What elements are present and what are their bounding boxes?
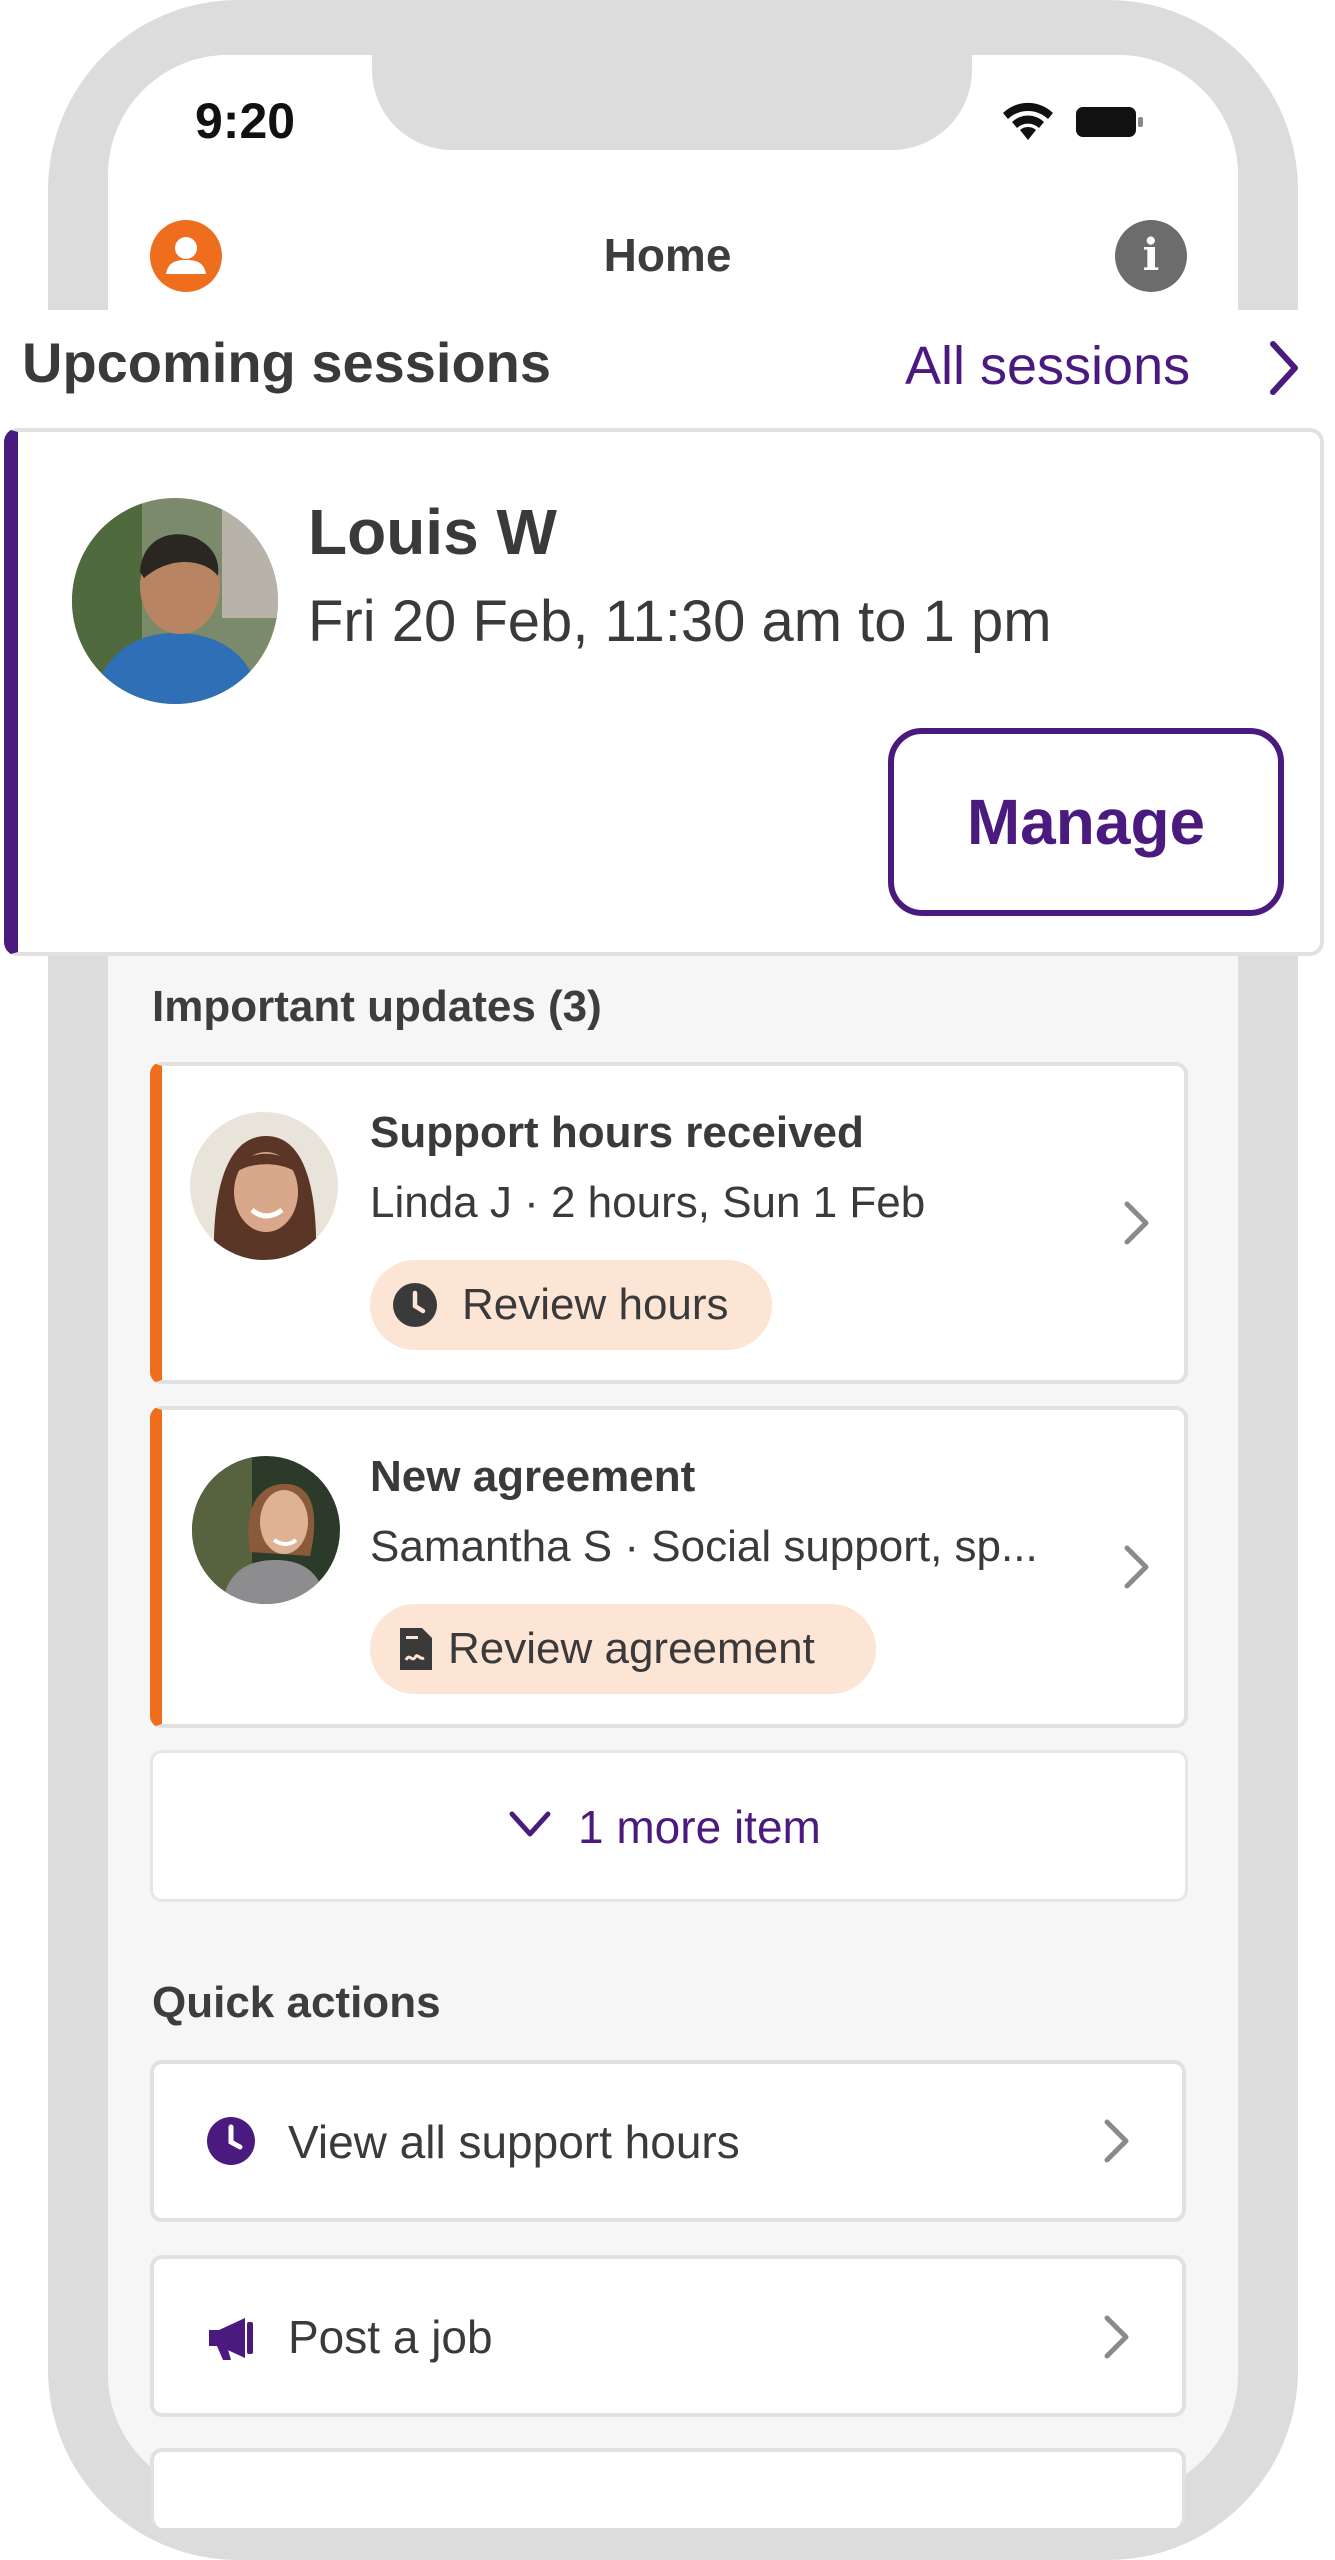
quick-actions-title: Quick actions — [152, 1978, 441, 2027]
chevron-right-icon — [1104, 2119, 1129, 2163]
update-subtitle: Samantha S · Social support, sp... — [370, 1522, 1038, 1571]
upcoming-sessions-title: Upcoming sessions — [22, 331, 552, 394]
chevron-right-icon — [1104, 2315, 1129, 2359]
quick-action-label: View all support hours — [288, 2116, 740, 2168]
megaphone-icon — [209, 2318, 253, 2360]
review-hours-button[interactable]: Review hours — [370, 1260, 772, 1350]
avatar — [192, 1456, 340, 1604]
document-signature-icon — [400, 1628, 432, 1670]
clock-icon — [207, 2117, 255, 2165]
chevron-right-icon — [1124, 1201, 1149, 1245]
avatar — [72, 498, 278, 704]
clock-icon — [393, 1283, 437, 1327]
quick-action-partial[interactable] — [150, 2448, 1186, 2528]
session-time: Fri 20 Feb, 11:30 am to 1 pm — [308, 589, 1052, 654]
status-time: 9:20 — [195, 93, 296, 149]
pill-label: Review hours — [462, 1280, 729, 1329]
device-notch — [372, 55, 972, 150]
chevron-right-icon — [1124, 1545, 1149, 1589]
all-sessions-link[interactable]: All sessions — [905, 335, 1190, 397]
info-icon: i — [1142, 230, 1160, 281]
wifi-icon — [1003, 102, 1053, 140]
quick-action-label: Post a job — [288, 2311, 493, 2363]
chevron-down-icon — [509, 1811, 551, 1837]
pill-label: Review agreement — [448, 1624, 815, 1673]
chevron-right-icon[interactable] — [1265, 338, 1305, 398]
session-name: Louis W — [308, 496, 557, 568]
manage-button[interactable]: Manage — [888, 728, 1284, 916]
update-subtitle: Linda J · 2 hours, Sun 1 Feb — [370, 1178, 926, 1227]
more-items-label: 1 more item — [578, 1801, 821, 1853]
update-title: New agreement — [370, 1452, 696, 1501]
update-title: Support hours received — [370, 1108, 864, 1157]
avatar — [190, 1112, 338, 1260]
info-button[interactable]: i — [1115, 220, 1187, 292]
review-agreement-button[interactable]: Review agreement — [370, 1604, 876, 1694]
important-updates-title: Important updates (3) — [152, 982, 602, 1031]
battery-icon — [1076, 107, 1143, 137]
